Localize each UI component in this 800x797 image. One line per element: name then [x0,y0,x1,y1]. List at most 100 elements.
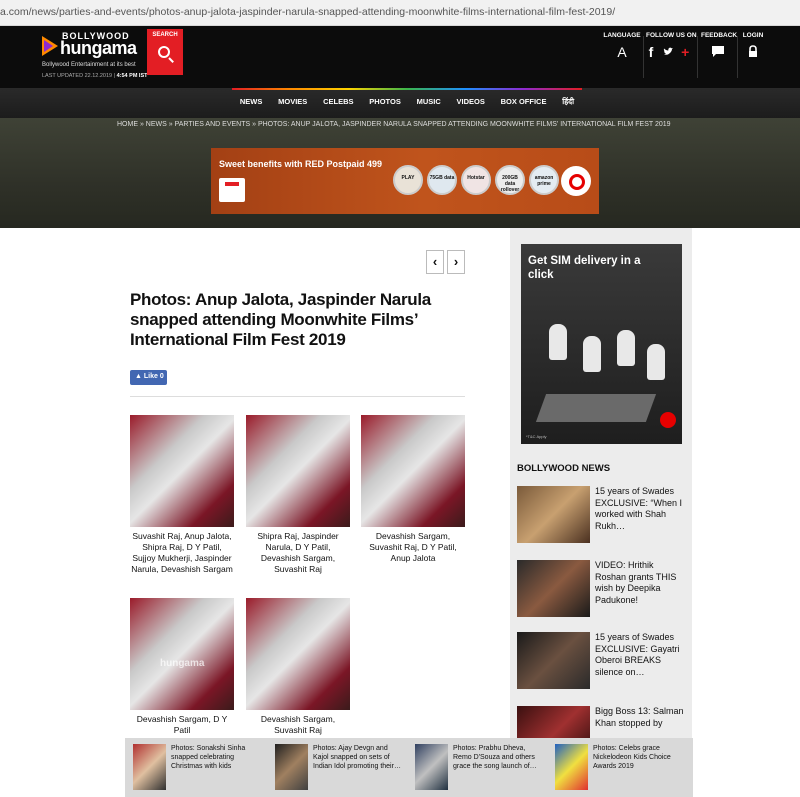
photo-thumbnail[interactable] [130,415,234,527]
zoozoo-figure [617,330,635,366]
facebook-icon[interactable]: f [649,44,654,60]
related-thumbnail[interactable] [415,744,448,790]
header-divider [643,36,644,78]
news-thumbnail[interactable] [517,486,590,543]
language-icon: A [617,44,627,60]
login-button[interactable]: LOGIN [740,32,766,60]
bollywood-news-heading: BOLLYWOOD NEWS [517,463,611,474]
main-nav: NEWS MOVIES CELEBS PHOTOS MUSIC VIDEOS B… [0,88,800,118]
social-icons: f + [646,45,692,59]
related-thumbnail[interactable] [133,744,166,790]
related-thumbnail[interactable] [555,744,588,790]
ad-badge-play: PLAY [393,165,423,195]
related-title[interactable]: Photos: Ajay Devgn and Kajol snapped on … [313,744,405,771]
sim-delivery-ad[interactable]: Get SIM delivery in a click *T&C Apply [521,244,682,444]
url-text: a.com/news/parties-and-events/photos-anu… [0,6,616,18]
logo-main-text: hungama [60,38,137,58]
related-stories-bar: Photos: Sonakshi Sinha snapped celebrati… [125,738,693,797]
nav-item-movies[interactable]: MOVIES [278,97,307,107]
zoozoo-figure [583,336,601,372]
ad-badge-hotstar: Hotstar [461,165,491,195]
nav-color-bar [232,88,582,90]
nav-item-music[interactable]: MUSIC [417,97,441,107]
lock-icon [740,45,766,60]
news-item[interactable]: 15 years of Swades EXCLUSIVE: “When I wo… [517,486,687,546]
divider [130,396,465,397]
breadcrumb[interactable]: HOME » NEWS » PARTIES AND EVENTS » PHOTO… [117,121,671,128]
news-title[interactable]: VIDEO: Hrithik Roshan grants THIS wish b… [595,560,687,606]
news-item[interactable]: 15 years of Swades EXCLUSIVE: Gayatri Ob… [517,632,687,692]
news-thumbnail[interactable] [517,560,590,617]
photo-caption: Shipra Raj, Jaspinder Narula, D Y Patil,… [257,531,339,574]
google-plus-icon[interactable]: + [681,44,689,60]
nav-item-box-office[interactable]: BOX OFFICE [501,97,547,107]
search-label: SEARCH [152,32,178,38]
photo-card[interactable]: Devashish Sargam, Suvashit Raj [246,598,350,736]
photo-thumbnail[interactable] [361,415,465,527]
next-arrow-button[interactable]: › [447,250,465,274]
news-thumbnail[interactable] [517,632,590,689]
related-story[interactable]: Photos: Celebs grace Nickelodeon Kids Ch… [547,742,685,792]
like-label: Like 0 [143,373,164,380]
ad-badge-prime: amazon prime [529,165,559,195]
bed-illustration [535,394,657,422]
photo-caption: Devashish Sargam, D Y Patil [136,714,228,735]
previous-arrow-button[interactable]: ‹ [426,250,444,274]
last-updated: LAST UPDATED 22.12.2019 | 4:54 PM IST [42,73,147,79]
site-header: BOLLYWOOD hungama Bollywood Entertainmen… [0,26,800,88]
photo-card[interactable]: Devashish Sargam, Suvashit Raj, D Y Pati… [361,415,465,564]
feedback-icon [701,45,735,60]
related-story[interactable]: Photos: Prabhu Dheva, Remo D'Souza and o… [407,742,545,792]
ad-badge-data: 75GB data [427,165,457,195]
related-story[interactable]: Photos: Sonakshi Sinha snapped celebrati… [125,742,263,792]
follow-us: FOLLOW US ON f + [646,32,697,59]
nav-item-news[interactable]: NEWS [240,97,263,107]
related-title[interactable]: Photos: Prabhu Dheva, Remo D'Souza and o… [453,744,545,771]
twitter-icon[interactable] [663,45,674,55]
news-title[interactable]: Bigg Boss 13: Salman Khan stopped by [595,706,687,729]
logo-play-inner [44,40,53,52]
related-story[interactable]: Photos: Ajay Devgn and Kajol snapped on … [267,742,405,792]
nav-item-videos[interactable]: VIDEOS [457,97,485,107]
news-title[interactable]: 15 years of Swades EXCLUSIVE: Gayatri Ob… [595,632,687,678]
header-divider [737,36,738,78]
related-thumbnail[interactable] [275,744,308,790]
search-button[interactable]: SEARCH [147,29,183,75]
photo-card[interactable]: Shipra Raj, Jaspinder Narula, D Y Patil,… [246,415,350,575]
header-divider [697,36,698,78]
photo-caption: Devashish Sargam, Suvashit Raj, D Y Pati… [369,531,457,563]
article-title: Photos: Anup Jalota, Jaspinder Narula sn… [130,290,431,349]
top-banner-ad[interactable]: Sweet benefits with RED Postpaid 499 PLA… [211,148,599,214]
site-logo[interactable]: BOLLYWOOD hungama Bollywood Entertainmen… [40,30,150,84]
related-title[interactable]: Photos: Sonakshi Sinha snapped celebrati… [171,744,263,771]
logo-tagline: Bollywood Entertainment at its best [42,62,136,68]
ad-delivery-badge [219,178,245,202]
nav-item-celebs[interactable]: CELEBS [323,97,353,107]
photo-caption: Suvashit Raj, Anup Jalota, Shipra Raj, D… [131,531,233,574]
address-bar[interactable]: a.com/news/parties-and-events/photos-anu… [0,0,800,26]
photo-thumbnail[interactable]: hungama [130,598,234,710]
nav-item-photos[interactable]: PHOTOS [369,97,401,107]
photo-card[interactable]: hungama Devashish Sargam, D Y Patil [130,598,234,736]
last-updated-label: LAST UPDATED 22.12.2019 | [42,73,116,79]
news-title[interactable]: 15 years of Swades EXCLUSIVE: “When I wo… [595,486,687,532]
photo-thumbnail[interactable] [246,598,350,710]
ad-headline: Get SIM delivery in a click [528,255,641,281]
related-title[interactable]: Photos: Celebs grace Nickelodeon Kids Ch… [593,744,685,771]
photo-thumbnail[interactable] [246,415,350,527]
feedback-label: FEEDBACK [701,32,738,39]
nav-item-hindi[interactable]: हिंदी [562,97,574,107]
feedback-button[interactable]: FEEDBACK [701,32,738,60]
news-item[interactable]: VIDEO: Hrithik Roshan grants THIS wish b… [517,560,687,620]
facebook-like-button[interactable]: ▲ Like 0 [130,370,167,385]
language-menu[interactable]: LANGUAGE A [602,32,642,59]
login-label: LOGIN [742,32,764,39]
photo-card[interactable]: Suvashit Raj, Anup Jalota, Shipra Raj, D… [130,415,234,575]
follow-label: FOLLOW US ON [646,32,697,39]
zoozoo-figure [647,344,665,380]
ad-headline: Sweet benefits with RED Postpaid 499 [219,159,383,169]
search-icon [158,46,170,58]
hero-band: HOME » NEWS » PARTIES AND EVENTS » PHOTO… [0,118,800,228]
watermark: hungama [160,658,205,669]
ad-badge-rollover: 200GB data rollover [495,165,525,195]
